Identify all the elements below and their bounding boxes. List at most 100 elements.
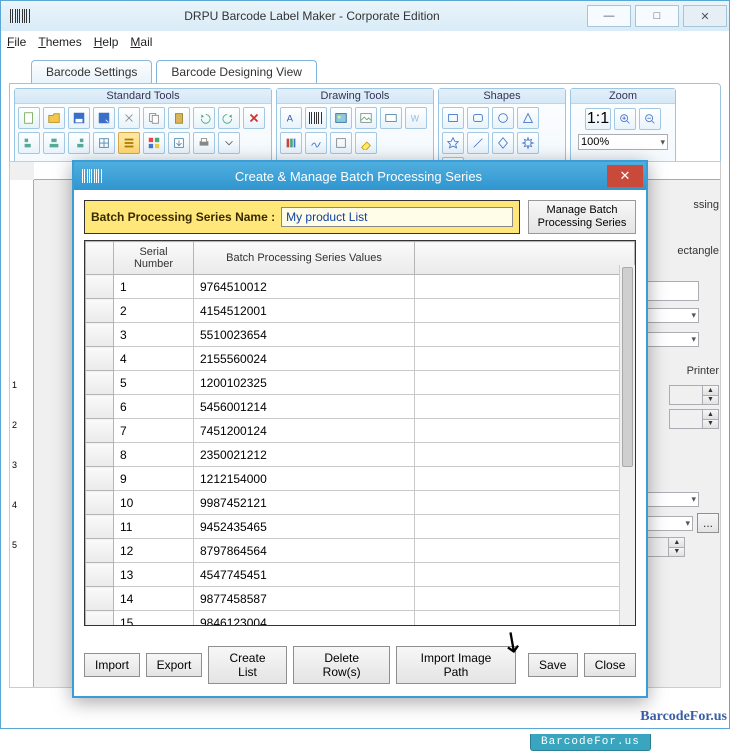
cell-serial[interactable]: 4	[114, 347, 194, 371]
more-icon[interactable]	[218, 132, 240, 154]
align-center-icon[interactable]	[43, 132, 65, 154]
delete-icon[interactable]	[243, 107, 265, 129]
cell-empty[interactable]	[415, 587, 635, 611]
cell-value[interactable]: 7451200124	[194, 419, 415, 443]
import-image-path-button[interactable]: Import Image Path	[396, 646, 515, 684]
cell-serial[interactable]: 9	[114, 467, 194, 491]
series-name-input[interactable]	[281, 207, 513, 227]
row-handle[interactable]	[86, 539, 114, 563]
scrollbar[interactable]	[619, 265, 635, 625]
text-tool-icon[interactable]: A	[280, 107, 302, 129]
cell-serial[interactable]: 1	[114, 275, 194, 299]
zoom-fit-button[interactable]: 1:1	[585, 108, 611, 130]
menu-themes[interactable]: Themes	[38, 35, 81, 50]
maximize-button[interactable]: □	[635, 5, 679, 27]
table-row[interactable]: 24154512001	[86, 299, 635, 323]
barcode-tool-icon[interactable]	[305, 107, 327, 129]
cell-serial[interactable]: 7	[114, 419, 194, 443]
library-icon[interactable]	[280, 132, 302, 154]
table-row[interactable]: 19764510012	[86, 275, 635, 299]
row-handle[interactable]	[86, 443, 114, 467]
table-row[interactable]: 51200102325	[86, 371, 635, 395]
tab-barcode-settings[interactable]: Barcode Settings	[31, 60, 152, 83]
table-row[interactable]: 159846123004	[86, 611, 635, 627]
cell-value[interactable]: 5510023654	[194, 323, 415, 347]
cell-value[interactable]: 2155560024	[194, 347, 415, 371]
zoom-select[interactable]: 100%▾	[578, 134, 668, 150]
cell-serial[interactable]: 2	[114, 299, 194, 323]
fill-icon[interactable]	[355, 132, 377, 154]
delete-rows-button[interactable]: Delete Row(s)	[293, 646, 390, 684]
cell-empty[interactable]	[415, 275, 635, 299]
row-handle[interactable]	[86, 515, 114, 539]
grid-icon[interactable]	[93, 132, 115, 154]
close-button[interactable]: ✕	[683, 5, 727, 27]
spinner-clip-1[interactable]: ▲▼	[669, 385, 719, 405]
triangle-shape-icon[interactable]	[517, 107, 539, 129]
cell-value[interactable]: 4547745451	[194, 563, 415, 587]
import-button[interactable]: Import	[84, 653, 140, 677]
row-handle[interactable]	[86, 347, 114, 371]
zoom-in-icon[interactable]	[614, 108, 636, 130]
cell-serial[interactable]: 15	[114, 611, 194, 627]
star-shape-icon[interactable]	[442, 132, 464, 154]
row-handle[interactable]	[86, 419, 114, 443]
watermark-icon[interactable]: W	[405, 107, 427, 129]
paste-icon[interactable]	[168, 107, 190, 129]
cut-icon[interactable]	[118, 107, 140, 129]
cell-value[interactable]: 9846123004	[194, 611, 415, 627]
row-handle[interactable]	[86, 395, 114, 419]
cell-value[interactable]: 9452435465	[194, 515, 415, 539]
cell-empty[interactable]	[415, 299, 635, 323]
cell-empty[interactable]	[415, 323, 635, 347]
card-tool-icon[interactable]	[380, 107, 402, 129]
table-row[interactable]: 149877458587	[86, 587, 635, 611]
print-icon[interactable]	[193, 132, 215, 154]
cell-value[interactable]: 9764510012	[194, 275, 415, 299]
col-blank[interactable]	[86, 242, 114, 275]
row-handle[interactable]	[86, 491, 114, 515]
table-row[interactable]: 35510023654	[86, 323, 635, 347]
menu-mail[interactable]: Mail	[130, 35, 152, 50]
cell-serial[interactable]: 8	[114, 443, 194, 467]
undo-icon[interactable]	[193, 107, 215, 129]
table-row[interactable]: 82350021212	[86, 443, 635, 467]
color-icon[interactable]	[143, 132, 165, 154]
cell-empty[interactable]	[415, 539, 635, 563]
manage-series-button[interactable]: Manage Batch Processing Series	[528, 200, 636, 234]
table-row[interactable]: 109987452121	[86, 491, 635, 515]
signature-icon[interactable]	[305, 132, 327, 154]
table-row[interactable]: 77451200124	[86, 419, 635, 443]
row-handle[interactable]	[86, 323, 114, 347]
scroll-thumb[interactable]	[622, 267, 633, 467]
cell-value[interactable]: 2350021212	[194, 443, 415, 467]
export-button[interactable]: Export	[146, 653, 202, 677]
row-handle[interactable]	[86, 371, 114, 395]
spinner-clip-2[interactable]: ▲▼	[669, 409, 719, 429]
export-icon[interactable]	[168, 132, 190, 154]
redo-icon[interactable]	[218, 107, 240, 129]
col-serial[interactable]: Serial Number	[114, 242, 194, 275]
table-row[interactable]: 134547745451	[86, 563, 635, 587]
custom-shape-icon[interactable]	[330, 132, 352, 154]
table-row[interactable]: 128797864564	[86, 539, 635, 563]
rect-shape-icon[interactable]	[442, 107, 464, 129]
minimize-button[interactable]: —	[587, 5, 631, 27]
cell-value[interactable]: 4154512001	[194, 299, 415, 323]
burst-shape-icon[interactable]	[517, 132, 539, 154]
diamond-shape-icon[interactable]	[492, 132, 514, 154]
roundrect-shape-icon[interactable]	[467, 107, 489, 129]
col-values[interactable]: Batch Processing Series Values	[194, 242, 415, 275]
row-handle[interactable]	[86, 299, 114, 323]
align-left-icon[interactable]	[18, 132, 40, 154]
circle-shape-icon[interactable]	[492, 107, 514, 129]
cell-value[interactable]: 1200102325	[194, 371, 415, 395]
cell-value[interactable]: 9877458587	[194, 587, 415, 611]
cell-serial[interactable]: 5	[114, 371, 194, 395]
cell-empty[interactable]	[415, 515, 635, 539]
image-tool-icon[interactable]	[330, 107, 352, 129]
cell-empty[interactable]	[415, 395, 635, 419]
cell-empty[interactable]	[415, 611, 635, 627]
saveas-icon[interactable]	[93, 107, 115, 129]
cell-serial[interactable]: 3	[114, 323, 194, 347]
